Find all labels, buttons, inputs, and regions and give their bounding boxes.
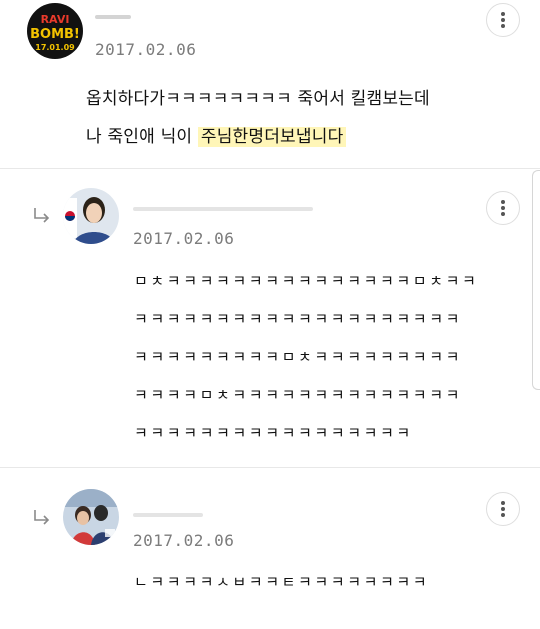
comment-text-line: ㅋㅋㅋㅋㅁㅊㅋㅋㅋㅋㅋㅋㅋㅋㅋㅋㅋㅋㅋㅋ — [134, 386, 463, 404]
comment-text-line: ㅋㅋㅋㅋㅋㅋㅋㅋㅋㅋㅋㅋㅋㅋㅋㅋㅋ — [134, 424, 413, 442]
reply-comment: 2017.02.06 ㅁㅊㅋㅋㅋㅋㅋㅋㅋㅋㅋㅋㅋㅋㅋㅋㅋㅁㅊㅋㅋ ㅋㅋㅋㅋㅋㅋㅋ… — [0, 169, 540, 467]
comment-text-line: ㅁㅊㅋㅋㅋㅋㅋㅋㅋㅋㅋㅋㅋㅋㅋㅋㅋㅁㅊㅋㅋ — [134, 272, 479, 290]
more-options-button[interactable] — [486, 191, 520, 225]
comment-date: 2017.02.06 — [133, 531, 235, 550]
avatar[interactable] — [63, 188, 119, 244]
comment-date: 2017.02.06 — [133, 229, 235, 248]
more-vertical-icon — [501, 501, 505, 517]
highlighted-text: 주님한명더보냅니다 — [197, 127, 347, 147]
comment-text-line: ㄴㅋㅋㅋㅋㅅㅂㅋㅋㅌㅋㅋㅋㅋㅋㅋㅋㅋ — [134, 573, 430, 591]
reply-arrow-icon — [34, 510, 50, 525]
comment-text-line: ㅋㅋㅋㅋㅋㅋㅋㅋㅋㅋㅋㅋㅋㅋㅋㅋㅋㅋㅋㅋ — [134, 310, 463, 328]
more-options-button[interactable] — [486, 492, 520, 526]
username-redacted — [95, 15, 131, 19]
avatar-text-3: 17.01.09 — [35, 43, 75, 52]
more-options-button[interactable] — [486, 3, 520, 37]
username-redacted — [133, 513, 203, 517]
avatar[interactable]: RAVI BOMB! 17.01.09 — [27, 3, 83, 59]
scrollbar[interactable] — [532, 170, 540, 390]
comment-text-plain: 나 죽인애 닉이 — [86, 127, 198, 147]
comment: RAVI BOMB! 17.01.09 2017.02.06 옵치하다가ㅋㅋㅋㅋ… — [0, 0, 540, 168]
avatar-text-1: RAVI — [41, 13, 70, 26]
reply-comment: 2017.02.06 ㄴㅋㅋㅋㅋㅅㅂㅋㅋㅌㅋㅋㅋㅋㅋㅋㅋㅋ — [0, 468, 540, 629]
comment-date: 2017.02.06 — [95, 40, 197, 59]
avatar[interactable] — [63, 489, 119, 545]
comment-thread: RAVI BOMB! 17.01.09 2017.02.06 옵치하다가ㅋㅋㅋㅋ… — [0, 0, 540, 629]
reply-arrow-icon — [34, 208, 50, 223]
comment-text-line: ㅋㅋㅋㅋㅋㅋㅋㅋㅋㅁㅊㅋㅋㅋㅋㅋㅋㅋㅋㅋ — [134, 348, 463, 366]
avatar-text-2: BOMB! — [30, 27, 80, 42]
more-vertical-icon — [501, 12, 505, 28]
more-vertical-icon — [501, 200, 505, 216]
comment-text-line: 옵치하다가ㅋㅋㅋㅋㅋㅋㅋㅋ 죽어서 킬캠보는데 — [86, 89, 430, 109]
username-redacted — [133, 207, 313, 211]
comment-text-line: 나 죽인애 닉이 주님한명더보냅니다 — [86, 122, 347, 147]
